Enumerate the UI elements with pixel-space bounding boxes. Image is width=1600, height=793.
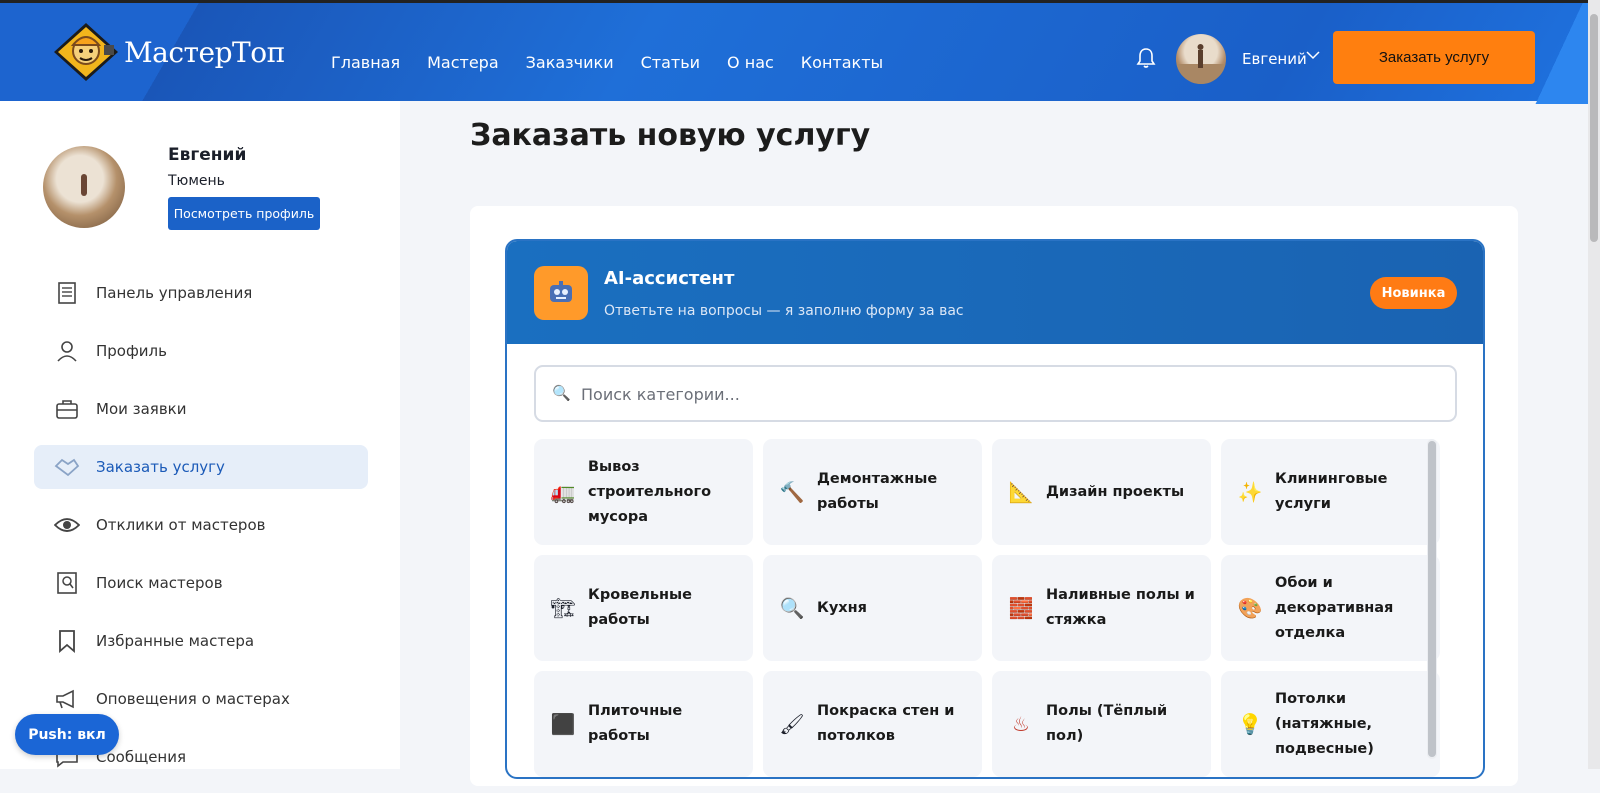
category-label: Наливные полы и стяжка [1046,587,1195,628]
sidebar-item-label: Отклики от мастеров [96,516,266,534]
robot-icon [534,266,588,320]
category-label: Демонтажные работы [817,471,938,512]
view-profile-button[interactable]: Посмотреть профиль [168,197,320,230]
hammer-icon: 🔨 [779,480,805,504]
category-label: Кухня [817,599,867,616]
briefcase-icon [54,396,80,422]
sidebar-item-label: Панель управления [96,284,253,302]
category-grid: 🚛 Вывоз строительного мусора 🔨 Демонтажн… [534,439,1440,777]
main-nav: Главная Мастера Заказчики Статьи О нас К… [331,53,910,72]
sparkles-icon: ✨ [1237,480,1263,504]
sidebar-item-label: Поиск мастеров [96,574,223,592]
category-card[interactable]: 🏗 Кровельные работы [534,555,753,661]
site-header: МастерТоп Главная Мастера Заказчики Стат… [0,0,1600,104]
scrollbar-thumb[interactable] [1428,441,1436,757]
paintbrush-icon: 🖌 [779,712,805,736]
sidebar-item-label: Избранные мастера [96,632,255,650]
nav-home[interactable]: Главная [331,53,400,72]
header-user-name[interactable]: Евгений [1242,50,1307,68]
search-icon: 🔍 [552,384,571,402]
profile-city: Тюмень [168,173,225,189]
sidebar-item-label: Мои заявки [96,400,187,418]
category-card[interactable]: 🚛 Вывоз строительного мусора [534,439,753,545]
category-label: Клининговые услуги [1275,471,1388,512]
profile-name: Евгений [168,145,247,165]
nav-about[interactable]: О нас [727,53,774,72]
crane-icon: 🏗 [550,596,576,620]
nav-articles[interactable]: Статьи [641,53,700,72]
sidebar-item-label: Профиль [96,342,167,360]
profile-avatar [43,146,125,228]
sidebar-item-my-requests[interactable]: Мои заявки [34,387,368,431]
sidebar-item-dashboard[interactable]: Панель управления [34,271,368,315]
megaphone-icon [54,686,80,712]
sidebar: Евгений Тюмень Посмотреть профиль Панель… [0,101,400,769]
magnifier-icon: 🔍 [779,596,805,620]
category-scrollbar[interactable] [1427,439,1437,759]
logo-badge-icon [52,21,120,83]
category-card[interactable]: 🎨 Обои и декоративная отделка [1221,555,1440,661]
brick-icon: 🧱 [1008,596,1034,620]
light-bulb-icon: 💡 [1237,712,1263,736]
handshake-icon [54,454,80,480]
triangle-ruler-icon: 📐 [1008,480,1034,504]
truck-icon: 🚛 [550,480,576,504]
page-scrollbar-thumb[interactable] [1590,14,1598,242]
bookmark-icon [54,628,80,654]
category-search-input[interactable] [581,377,1431,411]
category-card[interactable]: 💡 Потолки (натяжные, подвесные) [1221,671,1440,777]
category-card[interactable]: 📐 Дизайн проекты [992,439,1211,545]
category-card[interactable]: 🧱 Наливные полы и стяжка [992,555,1211,661]
new-badge: Новинка [1370,277,1457,309]
category-label: Потолки (натяжные, подвесные) [1275,690,1374,757]
tile-icon: ⬛ [550,712,576,736]
category-label: Вывоз строительного мусора [588,458,712,525]
page-title: Заказать новую услугу [470,118,871,153]
sidebar-item-profile[interactable]: Профиль [34,329,368,373]
sidebar-item-label: Заказать услугу [96,458,225,476]
category-card[interactable]: 🔍 Кухня [763,555,982,661]
hot-springs-icon: ♨ [1012,712,1030,736]
category-label: Полы (Тёплый пол) [1046,703,1168,744]
category-label: Покраска стен и потолков [817,703,955,744]
nav-customers[interactable]: Заказчики [526,53,614,72]
search-user-icon [54,570,80,596]
sidebar-item-favorite-masters[interactable]: Избранные мастера [34,619,368,663]
palette-icon: 🎨 [1237,596,1263,620]
category-card[interactable]: 🖌 Покраска стен и потолков [763,671,982,777]
bell-icon[interactable] [1136,47,1156,69]
category-label: Обои и декоративная отделка [1275,574,1394,641]
sidebar-item-master-responses[interactable]: Отклики от мастеров [34,503,368,547]
nav-masters[interactable]: Мастера [427,53,499,72]
ai-assistant-title: AI-ассистент [604,268,735,289]
category-card[interactable]: ⬛ Плиточные работы [534,671,753,777]
sidebar-item-search-masters[interactable]: Поиск мастеров [34,561,368,605]
category-label: Дизайн проекты [1046,483,1185,500]
push-toggle-button[interactable]: Push: вкл [15,714,119,755]
category-card[interactable]: ♨ Полы (Тёплый пол) [992,671,1211,777]
chevron-down-icon[interactable] [1306,49,1320,64]
page-scrollbar[interactable] [1588,0,1600,769]
order-service-button[interactable]: Заказать услугу [1333,31,1535,84]
sidebar-item-label: Оповещения о мастерах [96,690,290,708]
category-card[interactable]: ✨ Клининговые услуги [1221,439,1440,545]
category-label: Плиточные работы [588,703,683,744]
ai-assistant-subtitle: Ответьте на вопросы — я заполню форму за… [604,303,964,319]
document-icon [54,280,80,306]
category-search: 🔍 [534,365,1457,422]
user-icon [54,338,80,364]
ai-assistant-header[interactable]: AI-ассистент Ответьте на вопросы — я зап… [507,241,1483,344]
logo-text: МастерТоп [124,35,285,69]
category-card[interactable]: 🔨 Демонтажные работы [763,439,982,545]
header-avatar[interactable] [1176,34,1226,84]
site-logo[interactable]: МастерТоп [52,21,285,83]
eye-icon [54,512,80,538]
sidebar-item-order-service[interactable]: Заказать услугу [34,445,368,489]
nav-contacts[interactable]: Контакты [801,53,883,72]
category-label: Кровельные работы [588,587,692,628]
ai-assistant-panel: AI-ассистент Ответьте на вопросы — я зап… [505,239,1485,779]
